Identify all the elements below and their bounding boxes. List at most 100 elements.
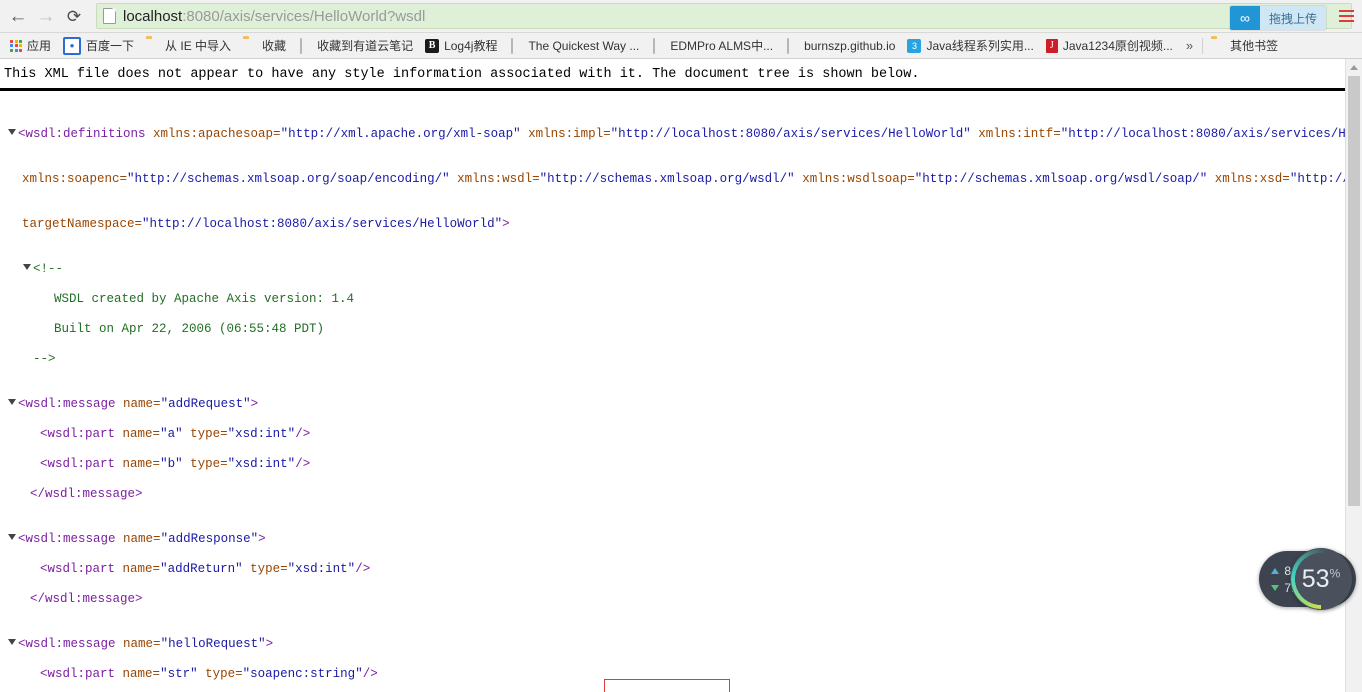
xml-line-message-addrequest[interactable]: <wsdl:message name="addRequest">	[8, 397, 1362, 412]
xml-line-comment-open[interactable]: <!--	[8, 262, 1362, 277]
page-icon	[298, 37, 312, 54]
attr-name: xmlns:apachesoap=	[153, 127, 281, 141]
attr-name: xmlns:wsdl=	[457, 172, 540, 186]
attr-value: "http://localhost:8080/axis/services/Hel…	[1060, 127, 1362, 141]
bookmark-java-thread-series[interactable]: 3 Java线程系列实用...	[901, 36, 1039, 56]
attr-name: name=	[122, 457, 161, 471]
attr-name: type=	[250, 562, 288, 576]
xml-line-comment-close: -->	[8, 352, 1362, 367]
xml-line-comment-2: Built on Apr 22, 2006 (06:55:48 PDT)	[8, 322, 1362, 337]
xml-line-definitions[interactable]: <wsdl:definitions xmlns:apachesoap= "http…	[8, 127, 1362, 142]
attr-value: "xsd:int"	[287, 562, 356, 576]
xml-line-namespaces-2: xmlns:soapenc= "http://schemas.xmlsoap.or…	[8, 172, 1362, 187]
tag-name: wsdl:message	[25, 637, 116, 651]
reload-icon[interactable]: ⟳	[60, 2, 88, 30]
xml-line-message-close: </wsdl:message>	[30, 592, 143, 606]
bookmark-label: 应用	[27, 39, 52, 53]
bookmark-baidu[interactable]: ● 百度一下	[57, 36, 140, 56]
attr-value: "addReturn"	[160, 562, 243, 576]
attr-name: xmlns:soapenc=	[22, 172, 128, 186]
upload-arrow-icon	[1271, 567, 1280, 574]
hamburger-menu-icon[interactable]	[1333, 0, 1359, 32]
attr-name: type=	[205, 667, 243, 681]
bookmark-edmpro-alms[interactable]: EDMPro ALMS中...	[645, 36, 779, 56]
tag-name: wsdl:part	[47, 457, 116, 471]
attr-name: name=	[123, 532, 161, 546]
attr-value: "addResponse"	[160, 532, 259, 546]
drag-upload-label: 拖拽上传	[1259, 6, 1326, 30]
page-icon	[651, 37, 665, 54]
xml-line-part-addreturn: <wsdl:part name="addReturn" type="xsd:in…	[40, 562, 371, 576]
drag-upload-icon: ∞	[1229, 6, 1260, 30]
xml-line-part-b: <wsdl:part name="b" type="xsd:int"/>	[40, 457, 311, 471]
tag-name: wsdl:message	[45, 592, 136, 606]
bookmark-java1234[interactable]: J Java1234原创视频...	[1040, 36, 1179, 56]
bookmark-import-from-ie[interactable]: 从 IE 中导入	[140, 36, 237, 56]
browser-window: ← → ⟳ localhost:8080/axis/services/Hello…	[0, 0, 1362, 692]
tag-close: >	[502, 217, 510, 231]
attr-name: name=	[122, 427, 161, 441]
menu-bar-2	[1338, 15, 1354, 17]
forward-arrow-icon: →	[36, 5, 56, 27]
collapse-triangle-icon[interactable]	[8, 129, 16, 135]
attr-value: "http://localhost:8080/axis/services/Hel…	[610, 127, 971, 141]
bookmark-log4j[interactable]: B Log4j教程	[419, 36, 503, 56]
xml-line-targetnamespace: targetNamespace="http://localhost:8080/a…	[8, 217, 1362, 232]
apps-grid-icon	[10, 39, 22, 52]
bookmarks-overflow-chevron[interactable]: »	[1179, 38, 1200, 53]
tag-name: wsdl:message	[25, 532, 116, 546]
attr-value: "a"	[160, 427, 183, 441]
browser-toolbar: ← → ⟳ localhost:8080/axis/services/Hello…	[0, 0, 1362, 33]
xml-line-comment-1: WSDL created by Apache Axis version: 1.4	[8, 292, 1362, 307]
page-content: This XML file does not appear to have an…	[0, 59, 1362, 692]
attr-value: "addRequest"	[160, 397, 251, 411]
download-arrow-icon	[1271, 584, 1280, 591]
back-arrow-icon[interactable]: ←	[4, 2, 32, 30]
usage-percent-gauge[interactable]: 53%	[1290, 548, 1352, 610]
collapse-triangle-icon[interactable]	[23, 264, 31, 270]
bookmark-label: The Quickest Way ...	[528, 38, 640, 53]
url-host: localhost	[123, 7, 183, 25]
xml-style-notice: This XML file does not appear to have an…	[4, 67, 920, 82]
collapse-triangle-icon[interactable]	[8, 399, 16, 405]
bookmark-quickest-way[interactable]: The Quickest Way ...	[503, 36, 645, 56]
scrollbar-thumb[interactable]	[1348, 76, 1360, 506]
attr-name: xmlns:xsd=	[1214, 172, 1290, 186]
page-info-icon	[103, 8, 116, 24]
drag-upload-extension-button[interactable]: ∞ 拖拽上传	[1229, 6, 1326, 30]
xml-line-message-hellorequest[interactable]: <wsdl:message name="helloRequest">	[8, 637, 1362, 652]
attr-value: "http://schemas.xmlsoap.org/wsdl/"	[539, 172, 795, 186]
bookmark-apps[interactable]: 应用	[4, 36, 57, 56]
xml-line-message-close: </wsdl:message>	[30, 487, 143, 501]
attr-value: "xsd:int"	[227, 427, 296, 441]
bookmark-label: 从 IE 中导入	[165, 39, 232, 53]
xml-tree: <wsdl:definitions xmlns:apachesoap= "http…	[0, 91, 1362, 692]
attr-value: "soapenc:string"	[242, 667, 363, 681]
tag-name: <wsdl:definitions	[18, 127, 154, 141]
bookmark-label: 其他书签	[1230, 39, 1279, 53]
bookmarks-bar: 应用 ● 百度一下 从 IE 中导入 收藏 收藏到有道云笔记 B Log4j教程…	[0, 33, 1362, 59]
tag-name: wsdl:message	[45, 487, 136, 501]
attr-value: "xsd:int"	[227, 457, 296, 471]
bookmark-other-bookmarks[interactable]: 其他书签	[1205, 36, 1284, 56]
bookmark-label: Java1234原创视频...	[1062, 39, 1173, 53]
folder-icon	[146, 39, 160, 53]
scroll-up-arrow-icon[interactable]	[1346, 59, 1362, 75]
address-bar[interactable]: localhost:8080/axis/services/HelloWorld?…	[96, 3, 1352, 29]
bookmark-favorites[interactable]: 收藏	[237, 36, 292, 56]
xml-line-message-addresponse[interactable]: <wsdl:message name="addResponse">	[8, 532, 1362, 547]
percent-sign: %	[1329, 566, 1341, 581]
bookmark-youdao-note[interactable]: 收藏到有道云笔记	[292, 36, 419, 56]
attr-name: name=	[123, 637, 161, 651]
url-path: :8080/axis/services/HelloWorld?wsdl	[182, 7, 426, 25]
attr-name: name=	[122, 562, 161, 576]
collapse-triangle-icon[interactable]	[8, 534, 16, 540]
attr-value: "http://localhost:8080/axis/services/Hel…	[142, 217, 503, 231]
usage-percent-value: 53%	[1301, 564, 1341, 593]
collapse-triangle-icon[interactable]	[8, 639, 16, 645]
bookmark-burnszp-github-io[interactable]: burnszp.github.io	[779, 36, 901, 56]
comment-text: Built on Apr 22, 2006 (06:55:48 PDT)	[54, 322, 325, 336]
network-speed-widget[interactable]: 86 K/s 7.6 K/s 53%	[1259, 548, 1356, 610]
tag-name: wsdl:message	[25, 397, 116, 411]
xml-line-part-a: <wsdl:part name="a" type="xsd:int"/>	[40, 427, 311, 441]
